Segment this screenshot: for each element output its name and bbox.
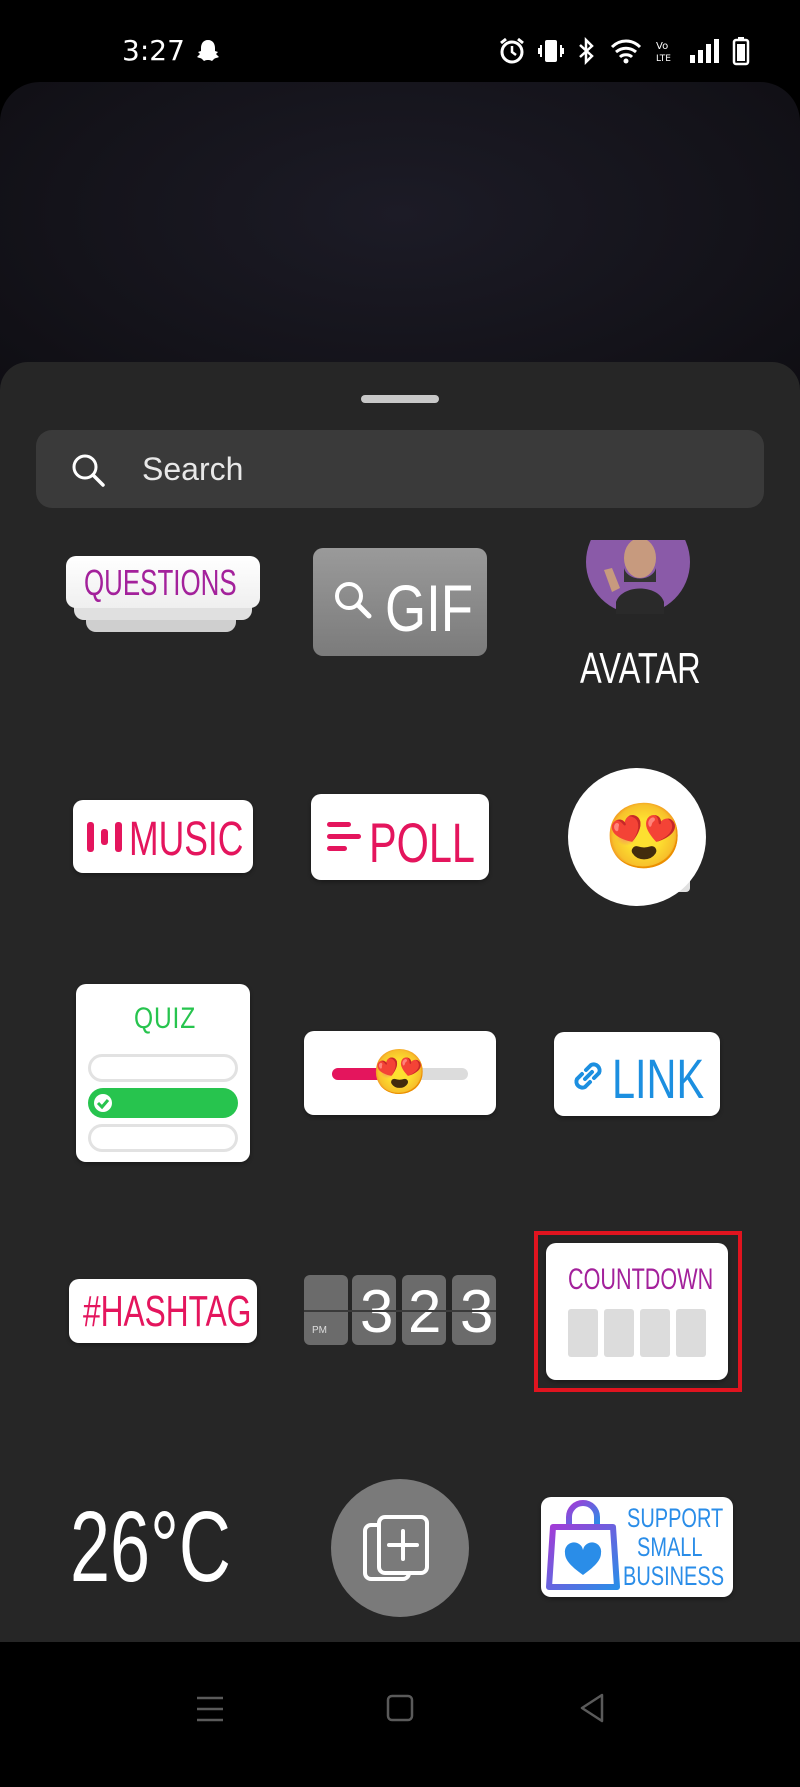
questions-label: QUESTIONS xyxy=(84,562,237,603)
support-small-business-sticker[interactable]: SUPPORT SMALL BUSINESS xyxy=(541,1497,733,1597)
home-icon[interactable] xyxy=(386,1694,414,1722)
bluetooth-icon xyxy=(579,37,594,65)
quiz-option-correct xyxy=(88,1088,238,1118)
weather-label: 26°C xyxy=(70,1491,231,1603)
search-icon xyxy=(335,582,372,619)
time-sticker[interactable]: PM 3 2 3 xyxy=(304,1275,496,1347)
support-line-2: SMALL xyxy=(637,1532,703,1562)
link-icon xyxy=(574,1062,602,1090)
signal-icon xyxy=(690,39,719,63)
questions-sticker[interactable]: QUESTIONS xyxy=(66,556,260,644)
status-time: 3:27 xyxy=(122,34,185,67)
snapchat-icon xyxy=(197,40,219,61)
system-nav-bar xyxy=(0,1642,800,1787)
time-flip-line xyxy=(304,1310,496,1312)
avatar-label: AVATAR xyxy=(580,644,701,693)
emoji-reaction-sticker[interactable]: 😍 xyxy=(568,768,708,908)
add-image-icon xyxy=(363,1515,429,1581)
emoji-slider-sticker[interactable]: 😍 xyxy=(304,1031,496,1115)
countdown-slot-1 xyxy=(568,1309,598,1357)
avatar-sticker[interactable]: AVATAR xyxy=(560,540,710,693)
music-sticker[interactable]: MUSIC xyxy=(73,800,253,873)
svg-text:Vo: Vo xyxy=(656,41,668,52)
support-line-1: SUPPORT xyxy=(627,1503,724,1533)
countdown-slot-4 xyxy=(676,1309,706,1357)
weather-sticker[interactable]: 26°C xyxy=(70,1490,270,1603)
avatar-image xyxy=(586,540,690,614)
shopping-bag-heart-icon xyxy=(546,1500,620,1590)
time-pm-label: PM xyxy=(312,1325,327,1336)
link-label: LINK xyxy=(612,1047,705,1110)
countdown-slot-3 xyxy=(640,1309,670,1357)
menu-icon[interactable] xyxy=(195,1694,225,1724)
gif-label: GIF xyxy=(385,571,473,645)
poll-label: POLL xyxy=(369,811,475,874)
link-sticker[interactable]: LINK xyxy=(554,1032,720,1116)
back-icon[interactable] xyxy=(578,1692,606,1724)
svg-text:LTE: LTE xyxy=(656,54,671,64)
vibrate-icon xyxy=(538,40,564,62)
search-bar[interactable] xyxy=(36,430,764,508)
search-icon xyxy=(72,454,105,487)
slider-emoji: 😍 xyxy=(372,1048,427,1097)
alarm-icon xyxy=(500,37,524,64)
countdown-slot-2 xyxy=(604,1309,634,1357)
music-bars-icon xyxy=(87,822,122,852)
countdown-sticker[interactable]: COUNTDOWN xyxy=(546,1243,728,1380)
gif-sticker[interactable]: GIF xyxy=(313,548,487,656)
heart-eyes-emoji: 😍 xyxy=(604,800,684,872)
quiz-sticker[interactable]: QUIZ xyxy=(76,984,250,1162)
volte-icon: Vo LTE xyxy=(656,41,671,64)
poll-sticker[interactable]: POLL xyxy=(311,794,489,880)
quiz-label: QUIZ xyxy=(134,1002,197,1035)
drag-handle[interactable] xyxy=(361,395,439,403)
hashtag-label: #HASHTAG xyxy=(83,1287,252,1336)
search-input[interactable] xyxy=(142,430,722,508)
support-line-3: BUSINESS xyxy=(623,1561,725,1591)
battery-icon xyxy=(732,37,750,66)
quiz-option-1 xyxy=(88,1054,238,1082)
music-label: MUSIC xyxy=(129,813,244,866)
status-icons: Vo LTE xyxy=(498,36,750,66)
countdown-label: COUNTDOWN xyxy=(568,1263,714,1296)
hashtag-sticker[interactable]: #HASHTAG xyxy=(69,1279,257,1343)
add-photo-sticker[interactable] xyxy=(331,1479,469,1617)
check-icon xyxy=(94,1094,112,1112)
wifi-icon xyxy=(610,39,642,64)
quiz-option-3 xyxy=(88,1124,238,1152)
poll-lines-icon xyxy=(327,822,361,851)
